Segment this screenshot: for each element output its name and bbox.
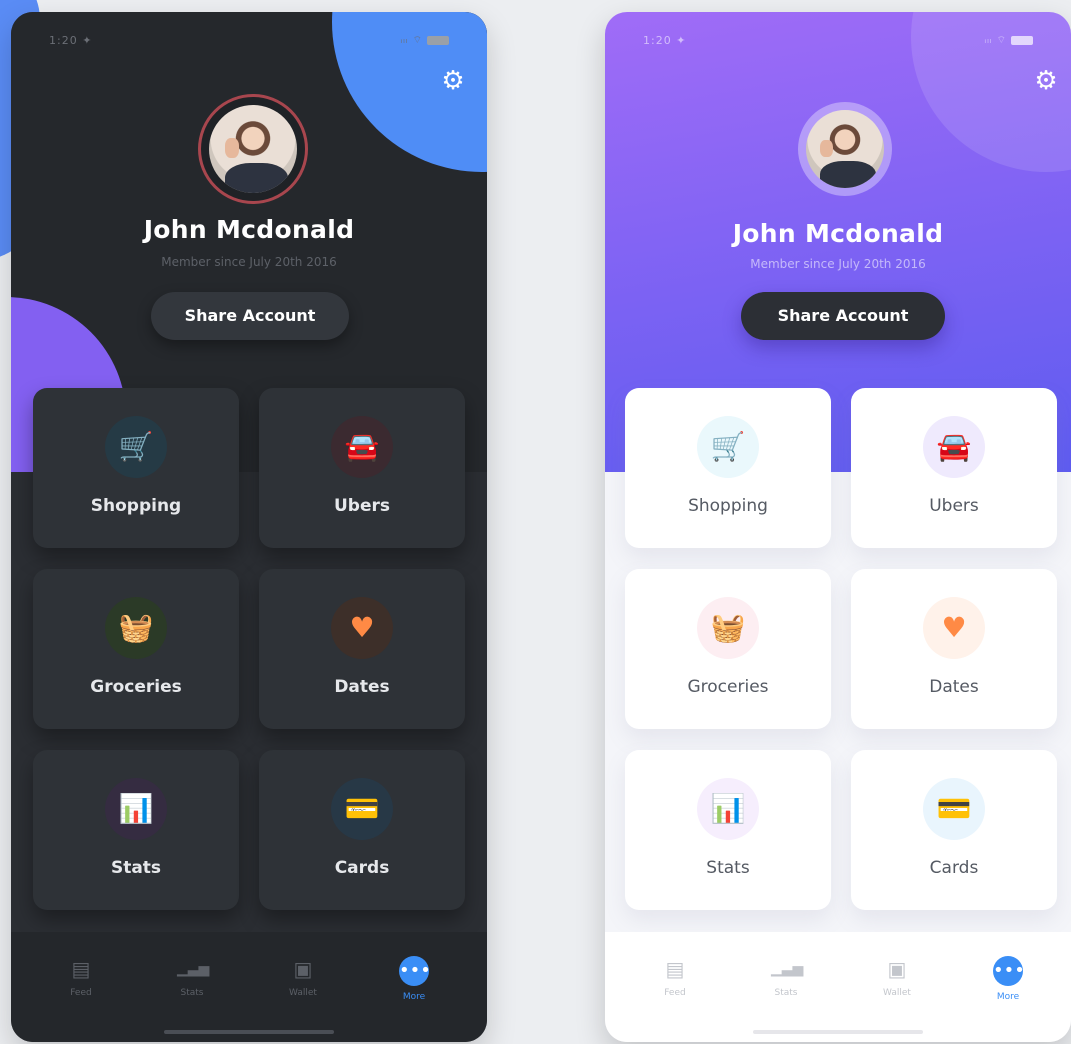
bar-chart-icon: 📊 xyxy=(105,778,167,840)
nav-label: Feed xyxy=(70,988,92,998)
share-account-button[interactable]: Share Account xyxy=(741,292,945,340)
status-bar: 1:20 ✦ ᵢₗₗ ⌔ xyxy=(49,34,449,48)
avatar-shirt xyxy=(820,161,877,188)
tile-label: Cards xyxy=(929,858,979,878)
settings-gear-icon[interactable]: ⚙ xyxy=(1033,68,1059,94)
heart-icon: ♥ xyxy=(923,597,985,659)
stats-icon: ▁▃▅ xyxy=(177,961,210,977)
tile-stats[interactable]: 📊 Stats xyxy=(33,750,239,910)
tile-label: Cards xyxy=(334,858,390,878)
tile-label: Stats xyxy=(110,858,162,878)
wallet-icon: ▣ xyxy=(887,957,907,981)
battery-icon xyxy=(1011,35,1033,45)
nav-label: Wallet xyxy=(883,988,911,998)
home-indicator xyxy=(164,1030,334,1034)
status-indicators: ᵢₗₗ ⌔ xyxy=(400,34,449,47)
nav-item-feed[interactable]: ▤ Feed xyxy=(630,956,720,998)
status-bar: 1:20 ✦ ᵢₗₗ ⌔ xyxy=(643,34,1033,48)
phone-light-theme: 1:20 ✦ ᵢₗₗ ⌔ ⚙ John Mcdonald Member sinc… xyxy=(605,12,1071,1042)
more-icon: ••• xyxy=(993,956,1025,986)
stats-icon: ▁▃▅ xyxy=(771,961,804,977)
avatar-shirt xyxy=(224,163,289,193)
tile-dates[interactable]: ♥ Dates xyxy=(259,569,465,729)
cart-icon: 🛒 xyxy=(697,416,759,478)
tile-stats[interactable]: 📊 Stats xyxy=(625,750,831,910)
signal-wifi-icon: ᵢₗₗ ⌔ xyxy=(400,35,423,46)
tile-label: Dates xyxy=(334,677,390,697)
avatar-hand xyxy=(820,139,833,157)
avatar-photo xyxy=(209,105,297,193)
nav-item-more[interactable]: ••• More xyxy=(369,956,459,1002)
home-indicator xyxy=(753,1030,923,1034)
wallet-icon: ▣ xyxy=(293,957,313,981)
tile-label: Ubers xyxy=(929,496,979,516)
tile-label: Dates xyxy=(929,677,979,697)
bar-chart-icon: 📊 xyxy=(697,778,759,840)
nav-item-wallet[interactable]: ▣ Wallet xyxy=(258,956,348,998)
nav-item-more[interactable]: ••• More xyxy=(963,956,1053,1002)
tile-dates[interactable]: ♥ Dates xyxy=(851,569,1057,729)
profile-name: John Mcdonald xyxy=(143,215,355,244)
nav-item-stats[interactable]: ▁▃▅ Stats xyxy=(741,956,831,998)
avatar-photo xyxy=(806,110,884,188)
tile-label: Ubers xyxy=(333,496,390,516)
bottom-navigation: ▤ Feed ▁▃▅ Stats ▣ Wallet ••• More xyxy=(11,932,487,1042)
share-account-button[interactable]: Share Account xyxy=(151,292,349,340)
phone-dark-theme: 1:20 ✦ ᵢₗₗ ⌔ ⚙ John Mcdonald Member sinc… xyxy=(11,12,487,1042)
nav-label: Stats xyxy=(774,988,798,998)
tile-label: Groceries xyxy=(90,677,182,697)
avatar[interactable] xyxy=(798,102,892,196)
tile-ubers[interactable]: 🚘 Ubers xyxy=(851,388,1057,548)
signal-wifi-icon: ᵢₗₗ ⌔ xyxy=(984,35,1007,46)
feed-icon: ▤ xyxy=(71,957,91,981)
member-since: Member since July 20th 2016 xyxy=(750,257,926,271)
feed-icon: ▤ xyxy=(665,957,685,981)
car-icon: 🚘 xyxy=(331,416,393,478)
avatar[interactable] xyxy=(198,94,308,204)
bottom-navigation: ▤ Feed ▁▃▅ Stats ▣ Wallet ••• More xyxy=(605,932,1071,1042)
status-time: 1:20 ✦ xyxy=(643,34,687,47)
nav-item-feed[interactable]: ▤ Feed xyxy=(36,956,126,998)
tile-groceries[interactable]: 🧺 Groceries xyxy=(625,569,831,729)
heart-icon: ♥ xyxy=(331,597,393,659)
avatar-hand xyxy=(224,138,239,158)
nav-item-wallet[interactable]: ▣ Wallet xyxy=(852,956,942,998)
tile-ubers[interactable]: 🚘 Ubers xyxy=(259,388,465,548)
nav-item-stats[interactable]: ▁▃▅ Stats xyxy=(147,956,237,998)
profile-name: John Mcdonald xyxy=(732,219,944,248)
basket-icon: 🧺 xyxy=(105,597,167,659)
status-time: 1:20 ✦ xyxy=(49,34,93,47)
member-since: Member since July 20th 2016 xyxy=(161,255,337,269)
tile-groceries[interactable]: 🧺 Groceries xyxy=(33,569,239,729)
tile-label: Stats xyxy=(706,858,750,878)
nav-label: Feed xyxy=(664,988,686,998)
tile-shopping[interactable]: 🛒 Shopping xyxy=(625,388,831,548)
tile-label: Groceries xyxy=(687,677,769,697)
nav-label: More xyxy=(996,992,1020,1002)
tile-shopping[interactable]: 🛒 Shopping xyxy=(33,388,239,548)
status-indicators: ᵢₗₗ ⌔ xyxy=(984,34,1033,47)
card-icon: 💳 xyxy=(923,778,985,840)
card-icon: 💳 xyxy=(331,778,393,840)
tile-cards[interactable]: 💳 Cards xyxy=(259,750,465,910)
battery-icon xyxy=(427,35,449,45)
settings-gear-icon[interactable]: ⚙ xyxy=(440,68,466,94)
car-icon: 🚘 xyxy=(923,416,985,478)
nav-label: More xyxy=(402,992,426,1002)
basket-icon: 🧺 xyxy=(697,597,759,659)
more-icon: ••• xyxy=(399,956,431,986)
nav-label: Wallet xyxy=(289,988,317,998)
tile-label: Shopping xyxy=(688,496,768,516)
tile-label: Shopping xyxy=(90,496,182,516)
cart-icon: 🛒 xyxy=(105,416,167,478)
nav-label: Stats xyxy=(180,988,204,998)
tile-cards[interactable]: 💳 Cards xyxy=(851,750,1057,910)
